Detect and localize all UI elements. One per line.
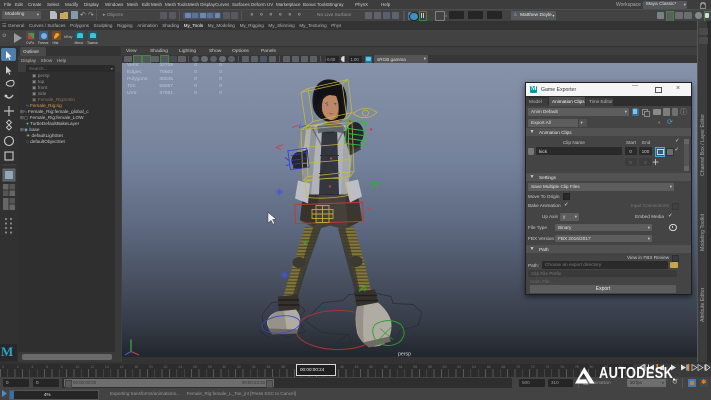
svg-text:persp: persp <box>398 351 411 357</box>
